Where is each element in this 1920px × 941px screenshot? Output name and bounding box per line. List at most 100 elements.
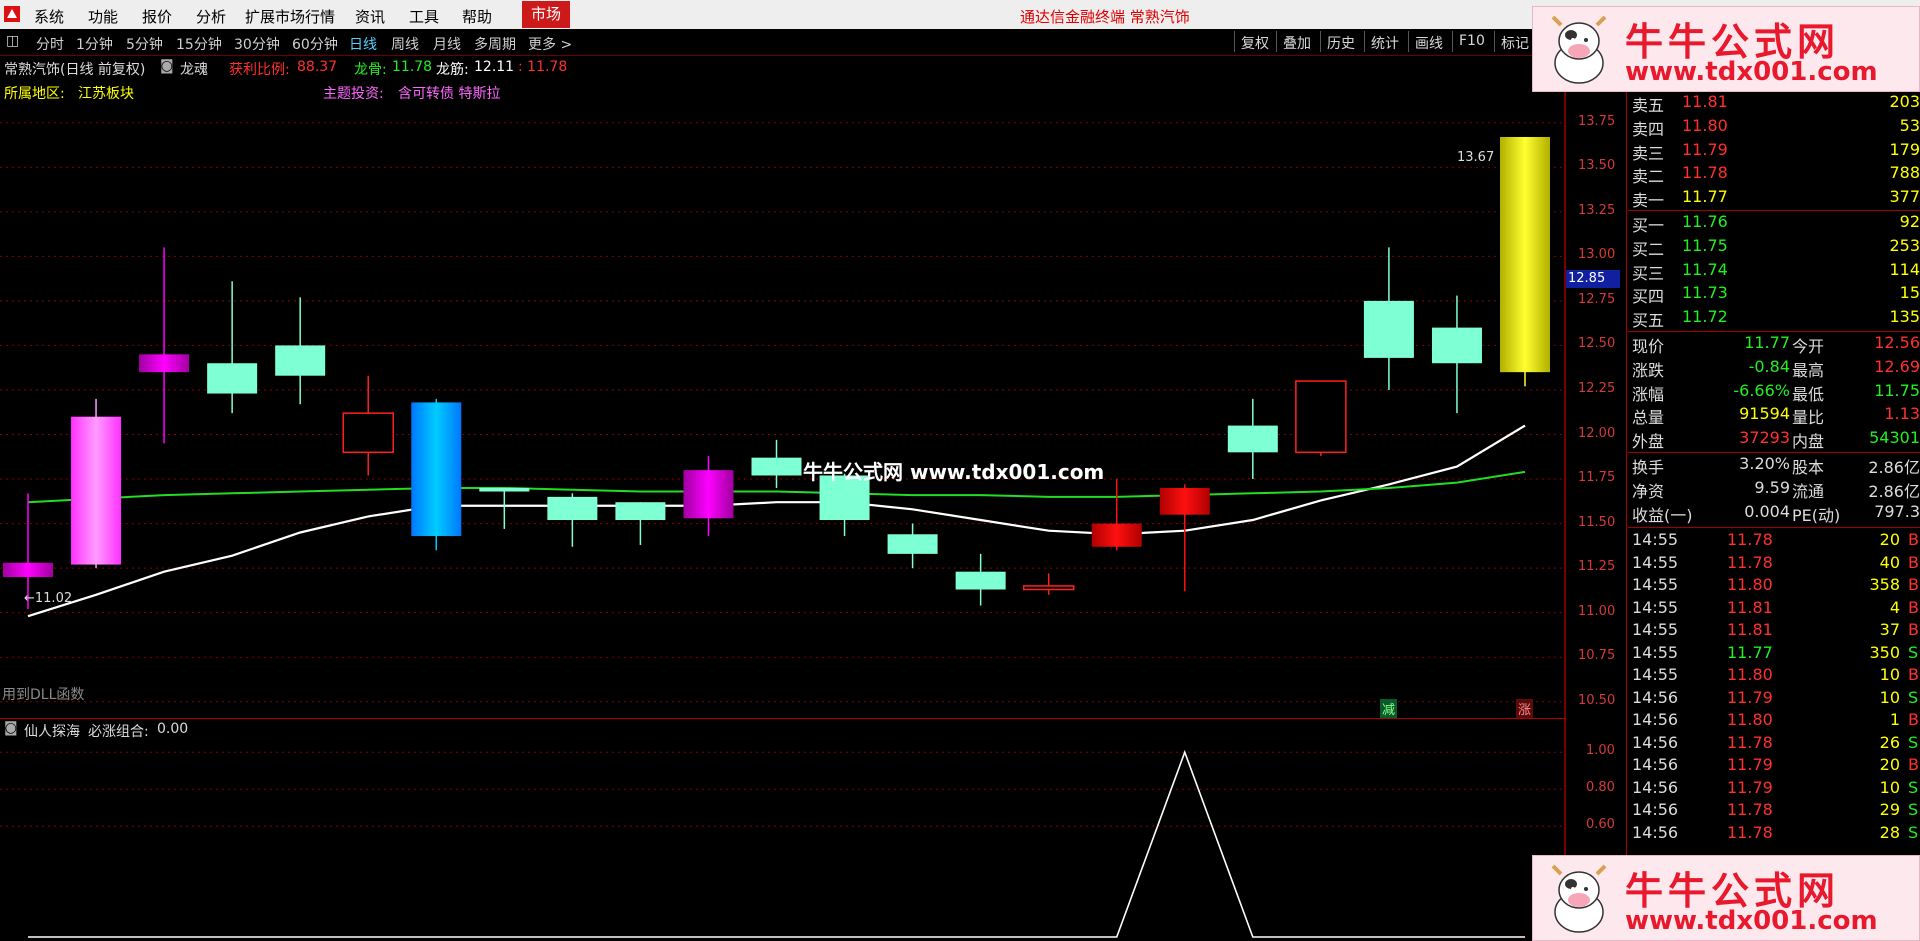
- candle[interactable]: [1022, 573, 1075, 595]
- btn-adjust[interactable]: 复权: [1234, 31, 1275, 52]
- trade-row: 14:55 11.81 37 B: [1632, 620, 1920, 642]
- candle[interactable]: [1091, 479, 1142, 551]
- candle-body: [479, 487, 530, 492]
- quote-cell: 今开: [1792, 337, 1825, 356]
- menu-quote[interactable]: 报价: [142, 6, 172, 27]
- layout-toggle-icon[interactable]: ◫: [6, 33, 19, 49]
- btn-f10[interactable]: F10: [1452, 31, 1491, 52]
- period-1min[interactable]: 1分钟: [76, 34, 113, 54]
- candle-body: [1227, 425, 1278, 453]
- lower-indicator-chart[interactable]: [0, 719, 1566, 941]
- period-more[interactable]: 更多 >: [528, 34, 572, 54]
- menu-help[interactable]: 帮助: [462, 6, 492, 27]
- candle[interactable]: [479, 487, 530, 529]
- candle[interactable]: [342, 375, 394, 476]
- quote-cell: 91594: [1739, 404, 1790, 424]
- quote-cell: B: [1908, 575, 1919, 594]
- candle[interactable]: [751, 439, 802, 488]
- quote-cell: 135: [1889, 307, 1920, 327]
- candlestick-chart[interactable]: [0, 56, 1566, 720]
- candle[interactable]: [1295, 380, 1347, 456]
- candle[interactable]: [887, 523, 938, 569]
- quote-cell: 11.75: [1682, 235, 1728, 255]
- quote-cell: 14:55: [1632, 665, 1679, 684]
- quote-cell: 卖一: [1632, 191, 1665, 211]
- candle[interactable]: [1431, 295, 1482, 414]
- quote-cell: 换手: [1632, 458, 1665, 477]
- quote-cell: PE(动): [1792, 505, 1841, 525]
- quote-cell: 350: [1869, 642, 1900, 662]
- candle[interactable]: [615, 502, 666, 545]
- quote-cell: 11.79: [1727, 777, 1773, 797]
- app-logo-icon[interactable]: [4, 6, 20, 22]
- candle-body: [207, 363, 258, 394]
- lower-tick-label: 0.80: [1586, 780, 1615, 796]
- quote-cell: 203: [1889, 92, 1920, 111]
- quote-cell: 涨跌: [1632, 360, 1665, 380]
- dll-note: 用到DLL函数: [2, 687, 85, 703]
- price-tick-label: 13.50: [1578, 158, 1616, 174]
- quote-cell: 11.77: [1727, 642, 1773, 662]
- period-weekly[interactable]: 周线: [391, 34, 419, 54]
- period-multi[interactable]: 多周期: [474, 34, 516, 54]
- quote-cell: 11.80: [1727, 575, 1773, 594]
- btn-history[interactable]: 历史: [1320, 31, 1361, 52]
- candle[interactable]: [207, 281, 258, 414]
- candle[interactable]: [1159, 484, 1210, 592]
- menu-function[interactable]: 功能: [88, 6, 118, 27]
- quote-cell: 11.81: [1727, 620, 1773, 639]
- candle[interactable]: [1363, 247, 1414, 390]
- candle-body: [275, 345, 326, 376]
- btn-draw[interactable]: 画线: [1408, 31, 1449, 52]
- lower-tick-label: 0.60: [1586, 817, 1615, 833]
- btn-overlay[interactable]: 叠加: [1276, 31, 1317, 52]
- quote-cell: 14:55: [1632, 620, 1679, 639]
- candle-body: [139, 354, 190, 373]
- quote-cell: 11.74: [1682, 259, 1728, 279]
- period-daily[interactable]: 日线: [349, 34, 377, 54]
- candle[interactable]: [955, 553, 1006, 606]
- quote-cell: 涨幅: [1632, 384, 1665, 404]
- candle[interactable]: [1227, 398, 1278, 480]
- quote-cell: 11.80: [1727, 665, 1773, 684]
- menu-system[interactable]: 系统: [34, 6, 64, 27]
- candle-body: [955, 571, 1006, 590]
- quote-cell: S: [1908, 732, 1919, 752]
- fundamental-row: 收益(一) 0.004 PE(动) 797.3: [1632, 502, 1920, 525]
- period-60min[interactable]: 60分钟: [292, 34, 338, 54]
- candle-body: [342, 412, 394, 454]
- trade-row: 14:55 11.78 20 B: [1632, 530, 1920, 552]
- candles[interactable]: [3, 136, 1550, 610]
- quote-cell: 28: [1879, 822, 1900, 842]
- candle[interactable]: [71, 398, 122, 569]
- btn-mark[interactable]: 标记: [1494, 31, 1535, 52]
- period-intraday[interactable]: 分时: [36, 34, 64, 54]
- btn-stats[interactable]: 统计: [1364, 31, 1405, 52]
- bid-row: 买四 11.73 15: [1632, 283, 1920, 306]
- menu-tools[interactable]: 工具: [409, 6, 439, 27]
- trade-row: 14:55 11.77 350 S: [1632, 643, 1920, 665]
- menu-info[interactable]: 资讯: [355, 6, 385, 27]
- quote-cell: B: [1908, 552, 1919, 572]
- market-tab[interactable]: 市场: [522, 1, 570, 28]
- quote-cell: 股本: [1792, 458, 1825, 477]
- candle-body: [1295, 380, 1347, 454]
- candle[interactable]: [1500, 136, 1550, 387]
- candle[interactable]: [547, 493, 598, 547]
- candle[interactable]: [275, 297, 326, 405]
- menu-extended-market[interactable]: 扩展市场行情: [245, 6, 335, 27]
- period-monthly[interactable]: 月线: [433, 34, 461, 54]
- quote-cell: 788: [1889, 163, 1920, 183]
- cow-mascot-icon: [1551, 15, 1607, 84]
- quote-cell: 11.75: [1874, 380, 1920, 400]
- period-30min[interactable]: 30分钟: [234, 34, 280, 54]
- candle[interactable]: [411, 398, 462, 551]
- period-5min[interactable]: 5分钟: [126, 34, 163, 54]
- bid-row: 买一 11.76 92: [1632, 212, 1920, 235]
- period-15min[interactable]: 15分钟: [176, 34, 222, 54]
- quote-cell: 14:55: [1632, 575, 1679, 594]
- candle-body: [1022, 585, 1075, 591]
- quote-cell: 11.79: [1727, 755, 1773, 774]
- menu-analysis[interactable]: 分析: [196, 6, 226, 27]
- quote-cell: 11.79: [1727, 687, 1773, 707]
